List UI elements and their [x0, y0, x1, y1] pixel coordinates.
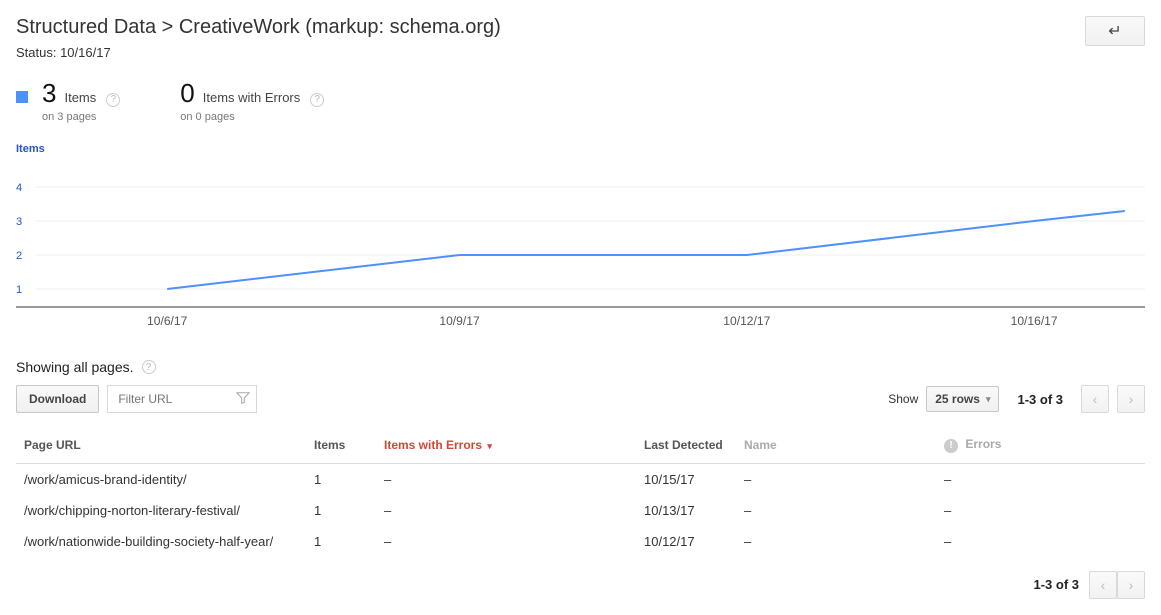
help-icon[interactable]: ?: [142, 360, 156, 374]
errors-subtext: on 0 pages: [180, 111, 324, 123]
download-button[interactable]: Download: [16, 385, 99, 413]
cell-items: 1: [306, 463, 376, 495]
cell-items_errors: –: [376, 463, 636, 495]
help-icon[interactable]: ?: [310, 93, 324, 107]
ytick-4: 4: [16, 182, 22, 194]
xtick-2: 10/12/17: [723, 314, 770, 328]
table-row[interactable]: /work/nationwide-building-society-half-y…: [16, 526, 1145, 557]
back-button[interactable]: ↵: [1085, 16, 1145, 46]
items-chart: Items 4 3 2 1 10/6/17 10/9/17 10/12/17 1…: [16, 143, 1145, 339]
xtick-1: 10/9/17: [439, 314, 480, 328]
errors-count: 0: [180, 78, 194, 109]
error-badge-icon: !: [944, 439, 958, 453]
show-label: Show: [888, 392, 918, 406]
col-items-with-errors-text: Items with Errors: [384, 438, 482, 452]
col-items[interactable]: Items: [306, 427, 376, 463]
prev-page-button[interactable]: ‹: [1081, 385, 1109, 413]
status-text: Status: 10/16/17: [16, 45, 1085, 60]
cell-items_errors: –: [376, 526, 636, 557]
items-subtext: on 3 pages: [42, 111, 120, 123]
cell-items: 1: [306, 526, 376, 557]
cell-page_url: /work/chipping-norton-literary-festival/: [16, 495, 306, 526]
filter-url-field[interactable]: [107, 385, 257, 413]
caret-down-icon: ▾: [986, 394, 991, 405]
metric-items-with-errors: 0 Items with Errors ? on 0 pages: [180, 78, 324, 123]
table-row[interactable]: /work/chipping-norton-literary-festival/…: [16, 495, 1145, 526]
cell-name: –: [736, 463, 936, 495]
cell-last_detected: 10/12/17: [636, 526, 736, 557]
line-chart-svg: 4 3 2 1 10/6/17 10/9/17 10/12/17 10/16/1…: [16, 159, 1145, 339]
xtick-0: 10/6/17: [147, 314, 188, 328]
ytick-3: 3: [16, 216, 22, 228]
pagination-range: 1-3 of 3: [1017, 392, 1063, 407]
cell-items_errors: –: [376, 495, 636, 526]
sort-desc-icon: ▾: [487, 441, 492, 451]
chevron-right-icon: ›: [1129, 391, 1134, 407]
filter-icon[interactable]: [236, 391, 250, 408]
cell-name: –: [736, 526, 936, 557]
cell-name: –: [736, 495, 936, 526]
errors-label: Items with Errors: [203, 90, 301, 105]
page-title: Structured Data > CreativeWork (markup: …: [16, 16, 1085, 39]
col-page-url[interactable]: Page URL: [16, 427, 306, 463]
cell-last_detected: 10/15/17: [636, 463, 736, 495]
xtick-3: 10/16/17: [1011, 314, 1058, 328]
col-errors-text: Errors: [965, 437, 1001, 451]
cell-page_url: /work/nationwide-building-society-half-y…: [16, 526, 306, 557]
return-arrow-icon: ↵: [1108, 21, 1121, 41]
items-label: Items: [64, 90, 96, 105]
col-errors[interactable]: ! Errors: [936, 427, 1145, 463]
items-color-swatch: [16, 91, 28, 103]
items-count: 3: [42, 78, 56, 109]
col-items-with-errors[interactable]: Items with Errors ▾: [376, 427, 636, 463]
chevron-right-icon: ›: [1129, 577, 1134, 593]
chart-legend-items[interactable]: Items: [16, 143, 1145, 155]
col-last-detected[interactable]: Last Detected: [636, 427, 736, 463]
cell-errors: –: [936, 463, 1145, 495]
rows-option-text: 25 rows: [935, 392, 980, 406]
help-icon[interactable]: ?: [106, 93, 120, 107]
chevron-left-icon: ‹: [1093, 391, 1098, 407]
pages-table: Page URL Items Items with Errors ▾ Last …: [16, 427, 1145, 557]
cell-errors: –: [936, 495, 1145, 526]
showing-pages-text: Showing all pages.: [16, 359, 134, 375]
metric-items: 3 Items ? on 3 pages: [16, 78, 120, 123]
ytick-2: 2: [16, 250, 22, 262]
filter-url-input[interactable]: [116, 391, 230, 407]
rows-per-page-select[interactable]: 25 rows ▾: [926, 386, 999, 412]
ytick-1: 1: [16, 284, 22, 296]
cell-last_detected: 10/13/17: [636, 495, 736, 526]
cell-errors: –: [936, 526, 1145, 557]
next-page-button[interactable]: ›: [1117, 385, 1145, 413]
col-name[interactable]: Name: [736, 427, 936, 463]
chevron-left-icon: ‹: [1101, 577, 1106, 593]
cell-page_url: /work/amicus-brand-identity/: [16, 463, 306, 495]
table-row[interactable]: /work/amicus-brand-identity/1–10/15/17––: [16, 463, 1145, 495]
items-line-series: [167, 211, 1125, 289]
pagination-range-footer: 1-3 of 3: [1033, 577, 1079, 592]
cell-items: 1: [306, 495, 376, 526]
